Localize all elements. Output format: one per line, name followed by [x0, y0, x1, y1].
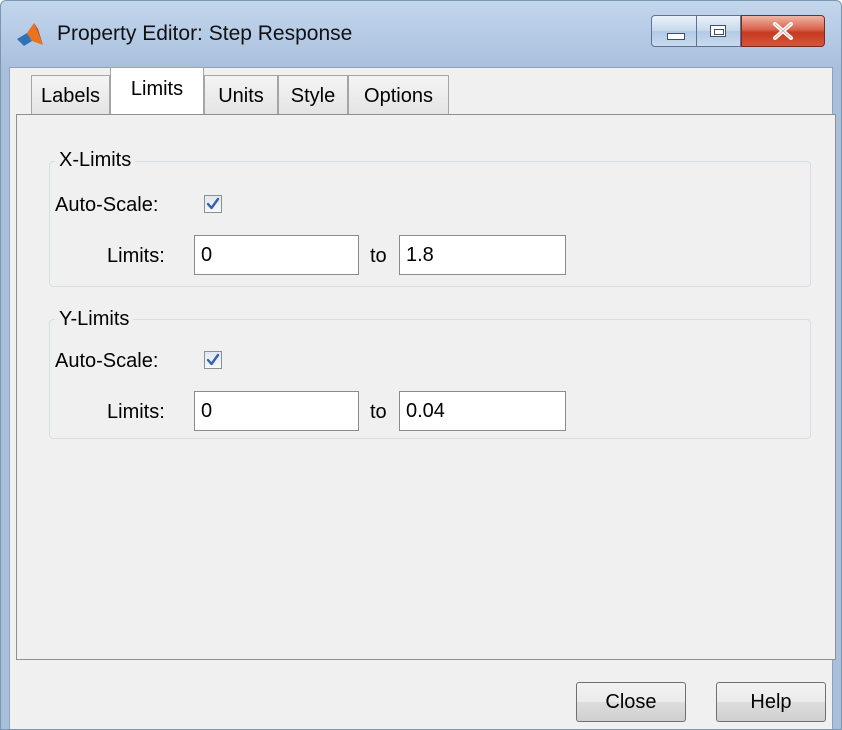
tab-options[interactable]: Options — [348, 75, 449, 115]
close-button[interactable]: Close — [576, 682, 686, 722]
y-limit-min-input[interactable] — [194, 391, 359, 431]
y-limit-max-input[interactable] — [399, 391, 566, 431]
close-icon — [742, 16, 824, 46]
checkmark-icon — [206, 353, 220, 366]
y-autoscale-label: Auto-Scale: — [55, 350, 159, 372]
y-limits-group-label: Y-Limits — [55, 307, 134, 331]
x-limit-min-input[interactable] — [194, 235, 359, 275]
window-title: Property Editor: Step Response — [57, 22, 353, 45]
tab-units[interactable]: Units — [204, 75, 278, 115]
close-window-button[interactable] — [741, 15, 825, 47]
y-limits-label: Limits: — [107, 401, 165, 423]
tab-labels[interactable]: Labels — [31, 75, 110, 115]
property-editor-window: Property Editor: Step Response Labels Li… — [0, 0, 842, 730]
x-limits-group-label: X-Limits — [55, 148, 136, 172]
minimize-icon — [667, 33, 685, 40]
y-to-label: to — [370, 401, 387, 423]
title-bar[interactable]: Property Editor: Step Response — [1, 1, 841, 67]
x-autoscale-checkbox[interactable] — [204, 195, 222, 213]
x-to-label: to — [370, 245, 387, 267]
help-button[interactable]: Help — [716, 682, 826, 722]
tab-limits[interactable]: Limits — [110, 67, 204, 114]
checkmark-icon — [206, 197, 220, 210]
maximize-button[interactable] — [697, 15, 741, 47]
x-autoscale-label: Auto-Scale: — [55, 194, 159, 216]
matlab-icon — [15, 21, 45, 49]
y-autoscale-checkbox[interactable] — [204, 351, 222, 369]
x-limit-max-input[interactable] — [399, 235, 566, 275]
maximize-icon — [710, 25, 726, 37]
x-limits-label: Limits: — [107, 245, 165, 267]
minimize-button[interactable] — [651, 15, 697, 47]
tab-style[interactable]: Style — [278, 75, 348, 115]
